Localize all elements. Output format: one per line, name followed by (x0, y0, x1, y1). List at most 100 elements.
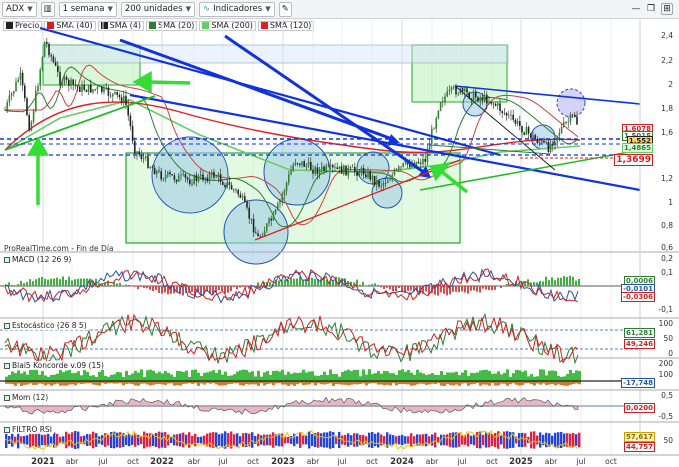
koncorde-bar (56, 373, 59, 381)
panel-label: FILTRO RSI (12, 425, 52, 434)
candle-body (178, 175, 180, 182)
koncorde-bar (440, 381, 443, 386)
histogram-bar (377, 284, 379, 286)
koncorde-bar (101, 369, 104, 381)
candle-body (448, 90, 451, 92)
candle-body (558, 132, 561, 136)
candle-body (217, 174, 220, 178)
candle-body (233, 189, 235, 191)
koncorde-bar (107, 376, 110, 381)
rsi-bar (530, 431, 533, 449)
candle-body (30, 122, 33, 131)
koncorde-bar (344, 370, 347, 381)
panel-title-stochastic[interactable]: Estocástico (26 8 5) (2, 321, 89, 330)
koncorde-bar (314, 381, 317, 386)
koncorde-bar (86, 371, 89, 381)
histogram-bar (464, 286, 466, 293)
rsi-bar (137, 434, 140, 446)
value-box: 57,617 (623, 432, 655, 442)
candle-body (13, 91, 15, 94)
koncorde-bar (200, 375, 203, 381)
histogram-bar (191, 286, 193, 292)
koncorde-bar (176, 370, 179, 381)
koncorde-bar (398, 370, 401, 381)
rsi-bar (236, 433, 239, 447)
candle-body (299, 163, 301, 165)
candle-body (241, 196, 244, 198)
candle-body (94, 89, 96, 90)
rsi-bar (308, 431, 311, 449)
histogram-bar (500, 286, 502, 289)
koncorde-bar (578, 371, 581, 381)
histogram-bar (476, 286, 478, 292)
histogram-bar (155, 286, 157, 291)
panel-toggle-icon (4, 322, 10, 329)
candle-body (228, 182, 231, 185)
koncorde-bar (89, 375, 92, 381)
price-chart-canvas[interactable]: 2021 abr jul oct 2022 abr jul oct 2023 abr jul oct 2… (0, 0, 679, 467)
y-tick: -0,5 (658, 412, 673, 421)
candle-body (50, 55, 52, 57)
koncorde-bar (374, 373, 377, 381)
rsi-bar (95, 433, 98, 447)
x-tick-label: 2022 (150, 457, 174, 467)
candle-body (252, 218, 255, 233)
koncorde-bar (194, 369, 197, 381)
x-tick-label: jul (576, 457, 586, 466)
candle-body (116, 91, 118, 95)
histogram-bar (233, 286, 235, 288)
candle-body (15, 81, 17, 92)
histogram-bar (158, 286, 160, 293)
candle-body (296, 163, 299, 164)
histogram-bar (578, 279, 580, 286)
koncorde-bar (347, 381, 350, 386)
rsi-bar (446, 434, 449, 446)
candle-body (310, 161, 312, 170)
candle-body (136, 151, 138, 154)
candle-body (167, 172, 169, 176)
panel-title-koncorde[interactable]: Blai5 Koncorde v.09 (15) (2, 361, 106, 370)
koncorde-bar (215, 372, 218, 381)
koncorde-bar (452, 372, 455, 381)
candle-body (334, 167, 336, 169)
panel-title-macd[interactable]: MACD (12 26 9) (2, 255, 74, 264)
value-box: 61,281 (623, 328, 655, 338)
candle-body (439, 102, 442, 111)
panel-title-momentum[interactable]: Mom (12) (2, 393, 51, 402)
candle-body (101, 86, 103, 92)
candle-body (574, 114, 576, 117)
rsi-bar (485, 432, 488, 448)
histogram-bar (506, 284, 508, 286)
histogram-bar (26, 282, 28, 286)
candle-body (510, 114, 512, 116)
candle-body (285, 182, 288, 191)
koncorde-bar (179, 381, 182, 386)
rsi-bar (317, 432, 320, 448)
histogram-bar (140, 286, 142, 287)
candle-body (123, 95, 125, 103)
koncorde-bar (272, 381, 275, 386)
histogram-bar (473, 286, 475, 291)
koncorde-bar (389, 373, 392, 381)
candle-body (371, 175, 374, 180)
koncorde-bar (425, 374, 428, 381)
panel-title-rsi-filter[interactable]: FILTRO RSI (2, 425, 54, 434)
koncorde-bar (413, 374, 416, 381)
candle-body (332, 165, 334, 168)
candle-body (477, 97, 479, 102)
koncorde-bar (311, 371, 314, 381)
candle-body (266, 223, 268, 231)
candle-body (567, 121, 569, 123)
koncorde-bar (164, 370, 167, 381)
koncorde-bar (554, 381, 557, 386)
koncorde-bar (332, 381, 335, 386)
koncorde-bar (65, 381, 68, 386)
candle-body (48, 43, 50, 56)
histogram-bar (293, 278, 295, 286)
candle-body (545, 141, 547, 143)
candle-body (195, 175, 198, 181)
candle-body (536, 138, 539, 144)
x-tick-label: 2023 (271, 457, 295, 467)
koncorde-bar (74, 381, 77, 386)
candle-body (19, 72, 22, 80)
